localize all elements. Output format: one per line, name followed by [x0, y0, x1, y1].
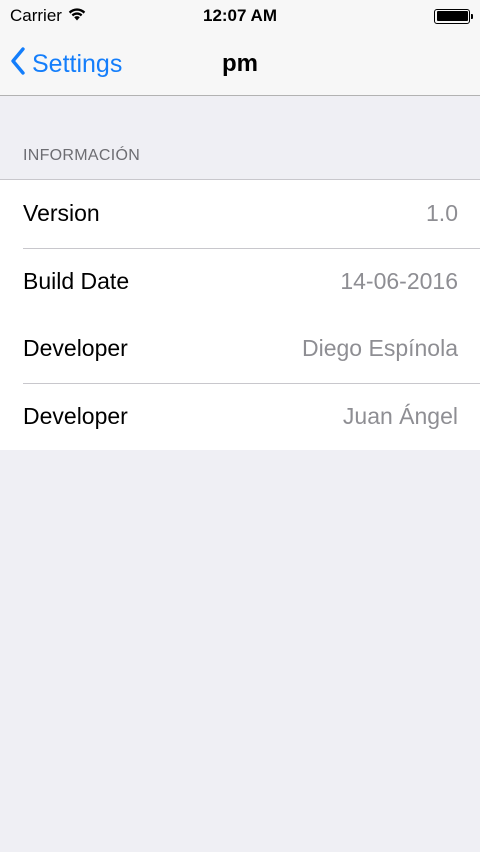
wifi-icon: [68, 6, 86, 26]
status-left: Carrier: [10, 6, 86, 26]
navigation-bar: Settings pm: [0, 32, 480, 96]
row-value: 14-06-2016: [340, 267, 458, 294]
table-row-version[interactable]: Version 1.0: [0, 180, 480, 248]
battery-icon: [434, 8, 473, 24]
row-label: Developer: [23, 335, 128, 362]
row-value: Juan Ángel: [342, 402, 458, 429]
table-row-developer[interactable]: Developer Juan Ángel: [0, 382, 480, 451]
table-row-developer[interactable]: Developer Diego Espínola: [0, 315, 480, 383]
info-table: Version 1.0 Build Date 14-06-2016 Develo…: [0, 179, 480, 450]
carrier-label: Carrier: [10, 6, 62, 25]
table-row-build-date[interactable]: Build Date 14-06-2016: [0, 247, 480, 316]
row-label: Version: [23, 200, 100, 227]
chevron-left-icon: [10, 46, 26, 82]
row-value: Diego Espínola: [302, 335, 458, 362]
back-button[interactable]: Settings: [10, 32, 122, 96]
row-label: Build Date: [23, 267, 130, 294]
row-value: 1.0: [426, 200, 458, 227]
battery-fill: [436, 11, 468, 21]
back-button-label: Settings: [32, 49, 123, 78]
row-label: Developer: [23, 402, 128, 429]
status-bar: Carrier 12:07 AM: [0, 0, 480, 32]
section-header: INFORMACIÓN: [23, 147, 141, 164]
